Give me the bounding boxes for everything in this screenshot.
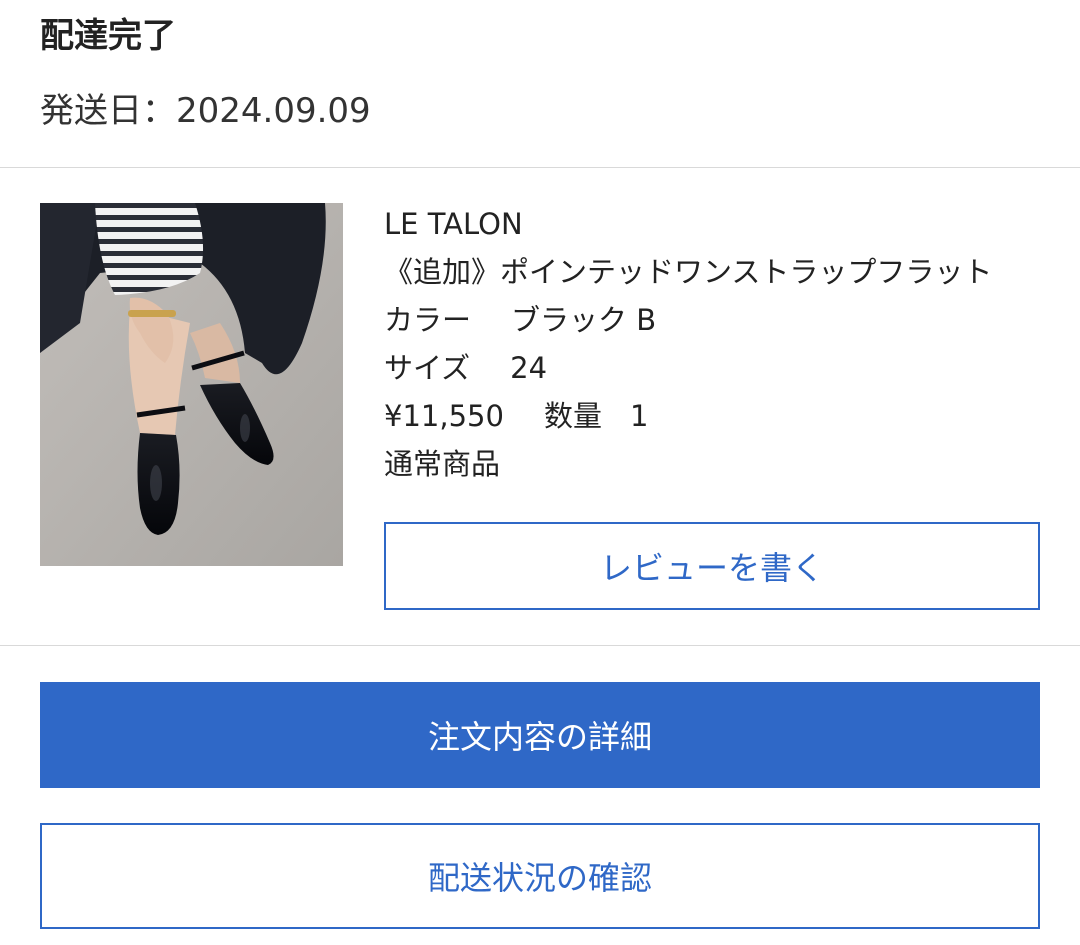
product-name[interactable]: 《追加》ポインテッドワンストラップフラット [384,248,1044,296]
quantity-label: 数量 [543,399,602,433]
order-details-button[interactable]: 注文内容の詳細 [40,682,1040,788]
write-review-button[interactable]: レビューを書く [384,522,1040,610]
ship-date-label: 発送日： [40,91,176,131]
product-color: カラー ブラック B [384,296,1044,344]
product-brand[interactable]: LE TALON [384,200,1044,248]
color-label: カラー [384,303,472,337]
product-size: サイズ 24 [384,344,1044,392]
product-price: ¥11,550 [384,399,504,433]
product-type: 通常商品 [384,447,501,481]
product-image[interactable] [40,203,343,566]
product-info: LE TALON 《追加》ポインテッドワンストラップフラット カラー ブラック B… [384,200,1044,488]
color-value: ブラック B [511,303,657,337]
delivery-status-label: 配送状況の確認 [427,859,652,897]
section-divider [0,645,1080,646]
ship-date-value: 2024.09.09 [176,91,371,131]
delivery-status-button[interactable]: 配送状況の確認 [40,823,1040,929]
quantity-value: 1 [629,399,649,433]
size-value: 24 [510,351,548,385]
product-price-quantity: ¥11,550 数量 1 [384,392,1044,440]
order-details-label: 注文内容の詳細 [427,718,652,756]
write-review-label: レビューを書く [599,549,824,587]
section-divider [0,167,1080,168]
delivery-status-section: 配達完了 発送日：2024.09.09 [0,0,1080,167]
delivery-status-title: 配達完了 [40,16,176,56]
size-label: サイズ [384,351,471,385]
ship-date: 発送日：2024.09.09 [40,88,371,134]
